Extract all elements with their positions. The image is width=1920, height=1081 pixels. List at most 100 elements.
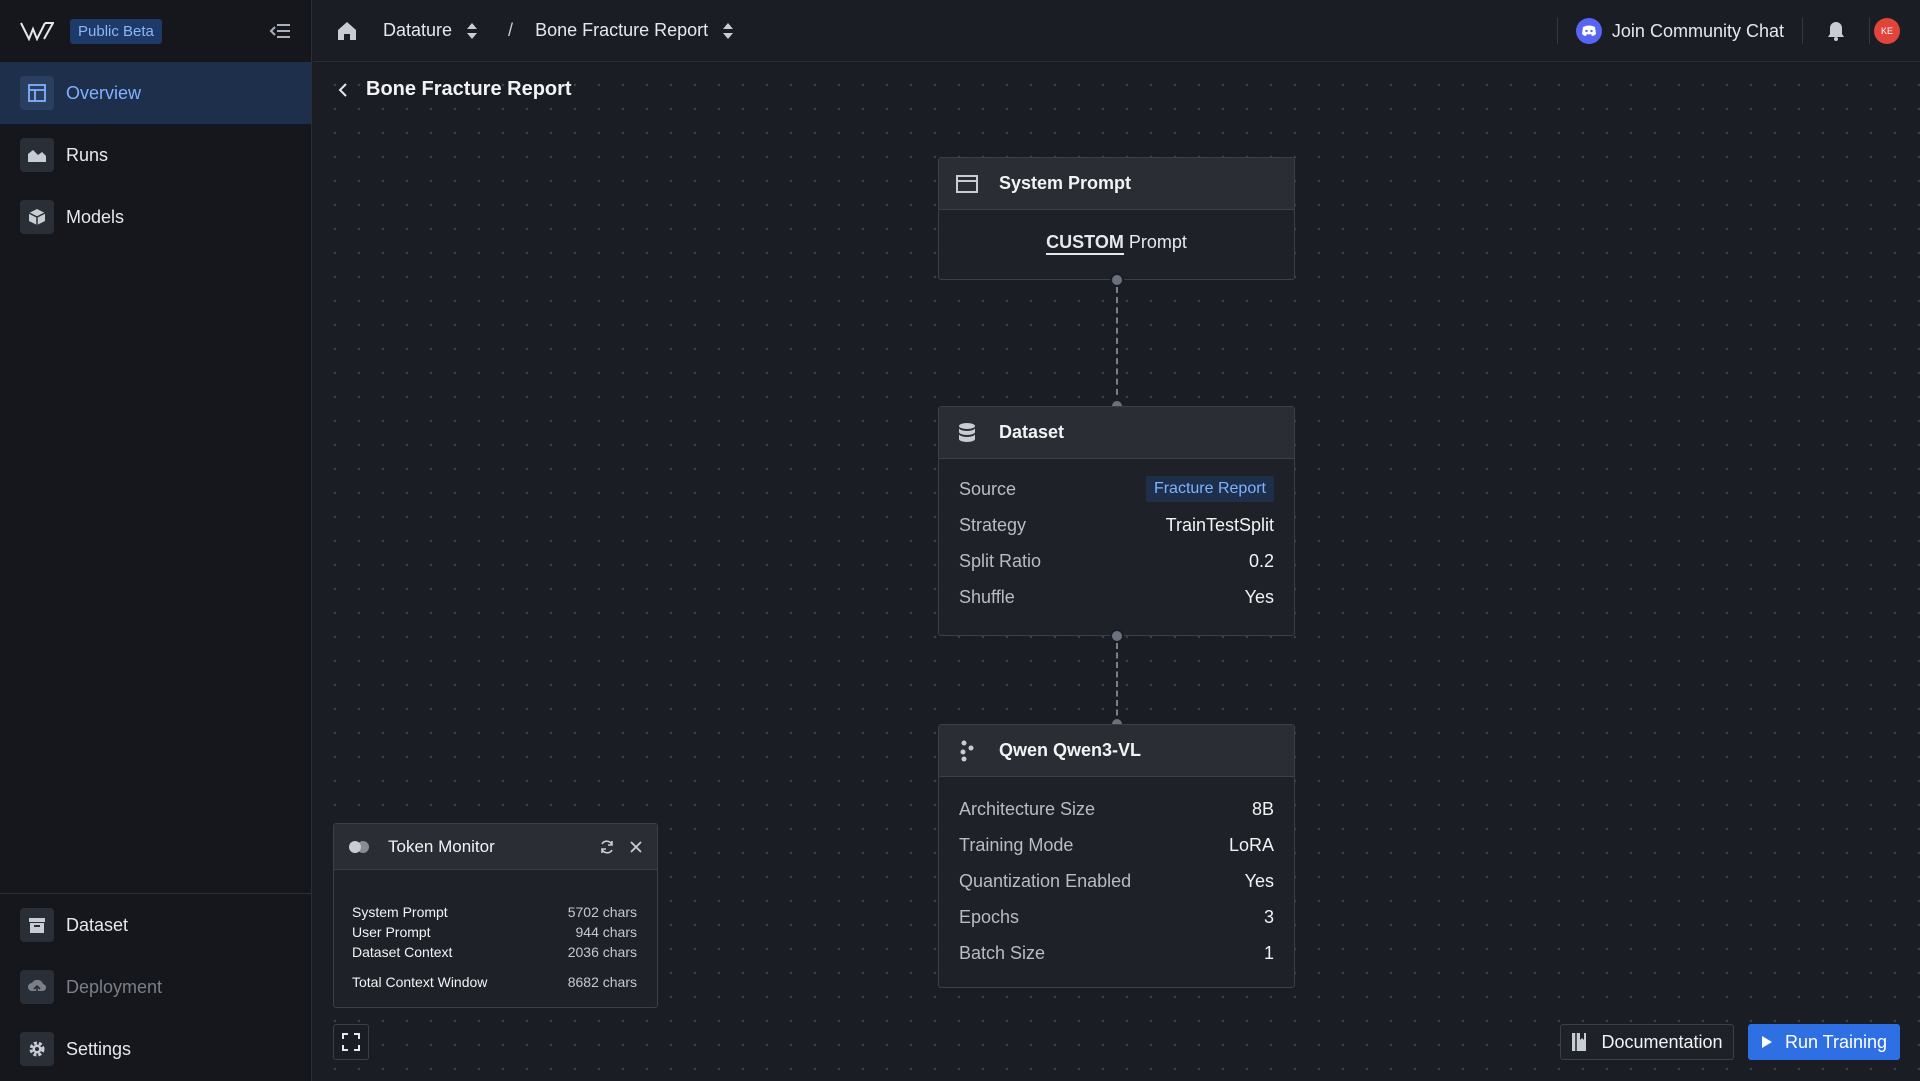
play-icon bbox=[1761, 1036, 1772, 1048]
property-row-strategy: Strategy TrainTestSplit bbox=[939, 507, 1294, 543]
sidebar-item-label: Runs bbox=[66, 144, 109, 165]
sidebar-item-models[interactable]: Models bbox=[0, 186, 311, 248]
sidebar-item-runs[interactable]: Runs bbox=[0, 124, 311, 186]
sidebar-header: Public Beta bbox=[0, 0, 311, 62]
breadcrumb-separator: / bbox=[508, 20, 514, 40]
sidebar-item-settings[interactable]: Settings bbox=[0, 1018, 311, 1080]
sidebar: Public Beta Overview Runs Models Dataset… bbox=[0, 0, 312, 1081]
node-header: System Prompt bbox=[939, 158, 1294, 210]
documentation-label: Documentation bbox=[1601, 1031, 1723, 1052]
node-title: Qwen Qwen3-VL bbox=[999, 740, 1142, 760]
token-label: User Prompt bbox=[352, 924, 431, 940]
property-value: LoRA bbox=[1228, 834, 1274, 855]
token-label: Dataset Context bbox=[352, 944, 453, 960]
top-bar: Datature / Bone Fracture Report Join Com… bbox=[313, 0, 1920, 62]
window-icon bbox=[955, 172, 979, 196]
fit-view-button[interactable] bbox=[333, 1024, 369, 1060]
output-handle[interactable] bbox=[1110, 629, 1124, 643]
property-key: Split Ratio bbox=[959, 550, 1042, 571]
page-title: Bone Fracture Report bbox=[336, 78, 572, 101]
property-value: 3 bbox=[1263, 906, 1274, 927]
sidebar-item-label: Deployment bbox=[66, 976, 163, 997]
toggle-icon bbox=[349, 840, 369, 853]
breadcrumb-project[interactable]: Bone Fracture Report bbox=[535, 20, 734, 41]
system-prompt-node[interactable]: System Prompt CUSTOM Prompt bbox=[938, 157, 1295, 280]
dataset-node[interactable]: Dataset Source Fracture Report Strategy … bbox=[938, 406, 1295, 636]
sidebar-item-label: Dataset bbox=[66, 914, 129, 935]
model-node[interactable]: Qwen Qwen3-VL Architecture Size 8B Train… bbox=[938, 724, 1295, 988]
property-key: Quantization Enabled bbox=[959, 870, 1132, 891]
collapse-sidebar-icon[interactable] bbox=[269, 22, 291, 40]
sidebar-item-dataset[interactable]: Dataset bbox=[0, 894, 311, 956]
property-key: Training Mode bbox=[959, 834, 1074, 855]
breadcrumb-label: Bone Fracture Report bbox=[535, 20, 709, 40]
sidebar-item-label: Models bbox=[66, 206, 125, 227]
run-training-button[interactable]: Run Training bbox=[1748, 1024, 1900, 1060]
output-handle[interactable] bbox=[1110, 273, 1124, 287]
database-icon bbox=[955, 421, 979, 445]
prompt-type: CUSTOM Prompt bbox=[939, 210, 1294, 255]
model-dots-icon bbox=[955, 739, 979, 763]
breadcrumb-label: Datature bbox=[383, 20, 453, 40]
token-monitor-panel[interactable]: Token Monitor System Prompt 5702 chars U… bbox=[333, 823, 658, 1008]
community-label: Join Community Chat bbox=[1611, 20, 1784, 41]
breadcrumb-workspace[interactable]: Datature bbox=[383, 20, 478, 41]
connector-line bbox=[1116, 643, 1118, 725]
bell-icon[interactable] bbox=[1825, 20, 1847, 42]
property-key: Strategy bbox=[959, 514, 1027, 535]
token-value: 2036 chars bbox=[567, 944, 637, 960]
property-row-training-mode: Training Mode LoRA bbox=[939, 827, 1294, 863]
property-row-quantization: Quantization Enabled Yes bbox=[939, 863, 1294, 899]
property-row-split-ratio: Split Ratio 0.2 bbox=[939, 543, 1294, 579]
archive-icon bbox=[20, 908, 54, 942]
token-monitor-body: System Prompt 5702 chars User Prompt 944… bbox=[334, 870, 657, 992]
sidebar-item-label: Overview bbox=[66, 82, 142, 103]
token-row-total: Total Context Window 8682 chars bbox=[334, 972, 657, 992]
token-monitor-header[interactable]: Token Monitor bbox=[334, 824, 657, 870]
custom-label: CUSTOM bbox=[1046, 232, 1124, 255]
sidebar-item-overview[interactable]: Overview bbox=[0, 62, 311, 124]
divider bbox=[1869, 18, 1870, 44]
cube-icon bbox=[20, 200, 54, 234]
avatar[interactable]: KE bbox=[1874, 18, 1900, 44]
back-chevron-icon[interactable] bbox=[336, 82, 350, 98]
property-row-architecture-size: Architecture Size 8B bbox=[939, 791, 1294, 827]
layout-icon bbox=[20, 76, 54, 110]
token-value: 944 chars bbox=[575, 924, 637, 940]
sidebar-item-deployment[interactable]: Deployment bbox=[0, 956, 311, 1018]
join-community-chat-button[interactable]: Join Community Chat bbox=[1558, 18, 1802, 44]
property-key: Shuffle bbox=[959, 586, 1015, 607]
top-right-actions: Join Community Chat KE bbox=[1556, 0, 1920, 62]
property-row-shuffle: Shuffle Yes bbox=[939, 579, 1294, 615]
connector-line bbox=[1116, 287, 1118, 405]
property-key: Batch Size bbox=[959, 942, 1046, 963]
discord-icon bbox=[1575, 18, 1602, 44]
property-value: Yes bbox=[1244, 870, 1274, 891]
property-value: Yes bbox=[1244, 586, 1274, 607]
close-icon[interactable] bbox=[629, 840, 643, 854]
home-icon[interactable] bbox=[335, 19, 359, 43]
prompt-label: Prompt bbox=[1128, 232, 1187, 252]
book-icon bbox=[1572, 1033, 1587, 1051]
token-row-dataset-context: Dataset Context 2036 chars bbox=[334, 942, 657, 962]
token-monitor-actions bbox=[599, 839, 643, 855]
property-value: TrainTestSplit bbox=[1165, 514, 1274, 535]
refresh-icon[interactable] bbox=[599, 839, 615, 855]
node-header: Dataset bbox=[939, 407, 1294, 459]
page-title-text: Bone Fracture Report bbox=[366, 78, 572, 100]
token-row-system-prompt: System Prompt 5702 chars bbox=[334, 902, 657, 922]
property-key: Epochs bbox=[959, 906, 1020, 927]
property-row-epochs: Epochs 3 bbox=[939, 899, 1294, 935]
chart-area-icon bbox=[20, 138, 54, 172]
token-label: Total Context Window bbox=[352, 974, 488, 990]
datature-logo-icon[interactable] bbox=[20, 21, 54, 41]
source-tag[interactable]: Fracture Report bbox=[1145, 476, 1274, 502]
property-value: 1 bbox=[1263, 942, 1274, 963]
expand-icon bbox=[342, 1033, 360, 1051]
node-title: Dataset bbox=[999, 422, 1065, 442]
property-value: 8B bbox=[1251, 798, 1274, 819]
divider bbox=[1802, 18, 1803, 44]
property-key: Architecture Size bbox=[959, 798, 1096, 819]
property-row-source: Source Fracture Report bbox=[939, 471, 1294, 507]
documentation-button[interactable]: Documentation bbox=[1560, 1024, 1734, 1060]
